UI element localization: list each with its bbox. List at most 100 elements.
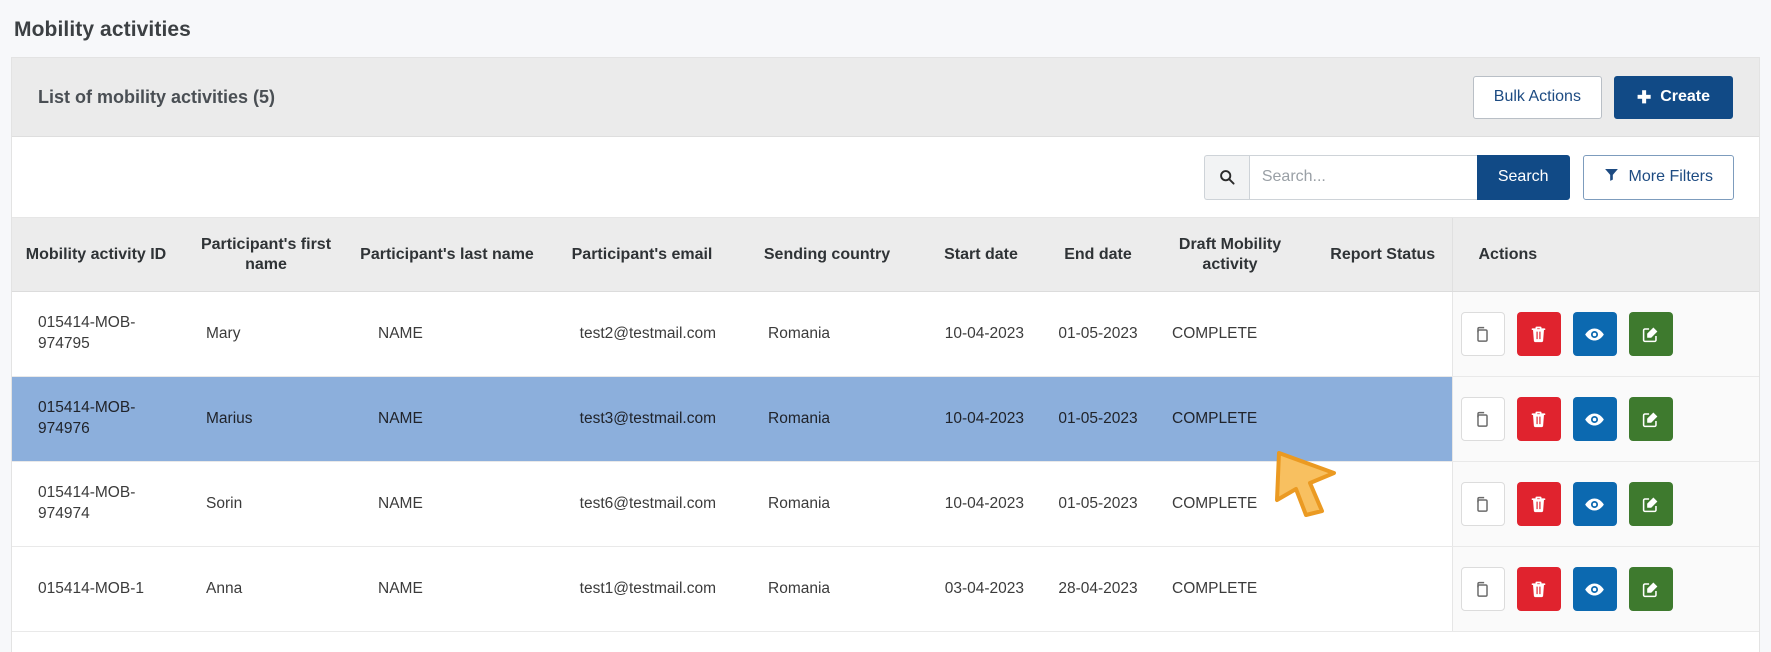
card-header: List of mobility activities (5) Bulk Act… <box>12 58 1759 137</box>
more-filters-label: More Filters <box>1628 168 1713 185</box>
cell-sending-country: Romania <box>742 291 912 378</box>
cell-draft-mobility-activity: COMPLETE <box>1146 291 1314 378</box>
search-input[interactable] <box>1248 154 1477 200</box>
card-header-title: List of mobility activities (5) <box>38 86 276 107</box>
cell-report-status <box>1314 546 1452 633</box>
cell-sending-country: Romania <box>742 461 912 548</box>
view-button[interactable] <box>1572 397 1617 442</box>
cell-draft-mobility-activity: COMPLETE <box>1146 376 1314 463</box>
cell-mobility-activity-id: 015414-MOB-974795 <box>12 291 180 378</box>
edit-button[interactable] <box>1628 397 1673 442</box>
cell-email: test3@testmail.com <box>542 376 742 463</box>
cell-last-name: NAME <box>352 546 542 633</box>
column-header-sending-country[interactable]: Sending country <box>742 218 912 293</box>
create-button-label: Create <box>1660 88 1710 105</box>
cell-end-date: 01-05-2023 <box>1050 376 1146 463</box>
cell-actions <box>1451 376 1759 463</box>
pencil-square-icon <box>1641 325 1660 344</box>
column-header-report-status[interactable]: Report Status <box>1314 218 1452 293</box>
column-header-first-name[interactable]: Participant's first name <box>180 218 352 293</box>
search-toolbar: Search More Filters <box>12 137 1759 218</box>
search-group: Search <box>1203 154 1570 200</box>
edit-button[interactable] <box>1628 312 1673 357</box>
cell-report-status <box>1314 291 1452 378</box>
copy-icon <box>1473 580 1492 599</box>
more-filters-button[interactable]: More Filters <box>1582 154 1734 200</box>
cell-report-status <box>1314 461 1452 548</box>
table-row[interactable]: 015414-MOB-974974 Sorin NAME test6@testmail… <box>12 461 1759 548</box>
cell-last-name: NAME <box>352 461 542 548</box>
column-header-last-name[interactable]: Participant's last name <box>352 218 542 293</box>
delete-button[interactable] <box>1516 482 1561 527</box>
copy-icon <box>1473 495 1492 514</box>
cell-actions <box>1451 461 1759 548</box>
copy-button[interactable] <box>1460 312 1505 357</box>
cell-sending-country: Romania <box>742 376 912 463</box>
column-header-end-date[interactable]: End date <box>1050 218 1146 293</box>
cell-start-date: 03-04-2023 <box>912 546 1050 633</box>
copy-button[interactable] <box>1460 482 1505 527</box>
column-header-start-date[interactable]: Start date <box>912 218 1050 293</box>
cell-email: test1@testmail.com <box>542 546 742 633</box>
pencil-square-icon <box>1641 580 1660 599</box>
copy-button[interactable] <box>1460 567 1505 612</box>
delete-button[interactable] <box>1516 312 1561 357</box>
bulk-actions-button[interactable]: Bulk Actions <box>1472 75 1602 119</box>
edit-button[interactable] <box>1628 567 1673 612</box>
row-action-group <box>1460 397 1752 442</box>
funnel-icon <box>1604 167 1619 187</box>
copy-icon <box>1473 410 1492 429</box>
mobility-activities-card: List of mobility activities (5) Bulk Act… <box>11 57 1760 652</box>
copy-icon <box>1473 325 1492 344</box>
view-button[interactable] <box>1572 482 1617 527</box>
cell-report-status <box>1314 376 1452 463</box>
column-header-draft-mobility-activity[interactable]: Draft Mobility activity <box>1146 218 1314 293</box>
trash-icon <box>1529 580 1548 599</box>
table-row[interactable]: 015414-MOB-1 Anna NAME test1@testmail.com Ro… <box>12 546 1759 633</box>
row-action-group <box>1460 567 1752 612</box>
cell-first-name: Mary <box>180 291 352 378</box>
cell-mobility-activity-id: 015414-MOB-974976 <box>12 376 180 463</box>
edit-button[interactable] <box>1628 482 1673 527</box>
eye-icon <box>1584 579 1605 600</box>
plus-icon: ✚ <box>1636 87 1652 107</box>
cell-actions <box>1451 291 1759 378</box>
pencil-square-icon <box>1641 410 1660 429</box>
column-header-mobility-activity-id[interactable]: Mobility activity ID <box>12 218 180 293</box>
view-button[interactable] <box>1572 567 1617 612</box>
row-action-group <box>1460 482 1752 527</box>
cell-draft-mobility-activity: COMPLETE <box>1146 461 1314 548</box>
cell-end-date: 01-05-2023 <box>1050 291 1146 378</box>
trash-icon <box>1529 325 1548 344</box>
cell-start-date: 10-04-2023 <box>912 291 1050 378</box>
search-button[interactable]: Search <box>1476 154 1570 200</box>
cell-end-date: 01-05-2023 <box>1050 461 1146 548</box>
row-action-group <box>1460 312 1752 357</box>
eye-icon <box>1584 494 1605 515</box>
table-row[interactable]: 015414-MOB-974795 Mary NAME test2@testmail.… <box>12 291 1759 378</box>
cell-start-date: 10-04-2023 <box>912 376 1050 463</box>
card-header-actions: Bulk Actions ✚ Create <box>1472 75 1733 119</box>
cell-sending-country: Romania <box>742 546 912 633</box>
trash-icon <box>1529 410 1548 429</box>
cell-mobility-activity-id: 015414-MOB-974974 <box>12 461 180 548</box>
pencil-square-icon <box>1641 495 1660 514</box>
page-title: Mobility activities <box>14 18 191 41</box>
cell-email: test6@testmail.com <box>542 461 742 548</box>
delete-button[interactable] <box>1516 397 1561 442</box>
mobility-activities-page: Mobility activities List of mobility act… <box>0 0 1771 652</box>
eye-icon <box>1584 409 1605 430</box>
create-button[interactable]: ✚ Create <box>1613 75 1733 119</box>
cell-actions <box>1451 546 1759 633</box>
table-row[interactable]: 015414-MOB-974976 Marius NAME test3@testmai… <box>12 376 1759 463</box>
search-icon <box>1203 154 1249 200</box>
cell-end-date: 28-04-2023 <box>1050 546 1146 633</box>
delete-button[interactable] <box>1516 567 1561 612</box>
cell-last-name: NAME <box>352 291 542 378</box>
cell-last-name: NAME <box>352 376 542 463</box>
view-button[interactable] <box>1572 312 1617 357</box>
column-header-email[interactable]: Participant's email <box>542 218 742 293</box>
mobility-activities-table: Mobility activity ID Participant's first… <box>12 218 1759 633</box>
copy-button[interactable] <box>1460 397 1505 442</box>
cell-email: test2@testmail.com <box>542 291 742 378</box>
